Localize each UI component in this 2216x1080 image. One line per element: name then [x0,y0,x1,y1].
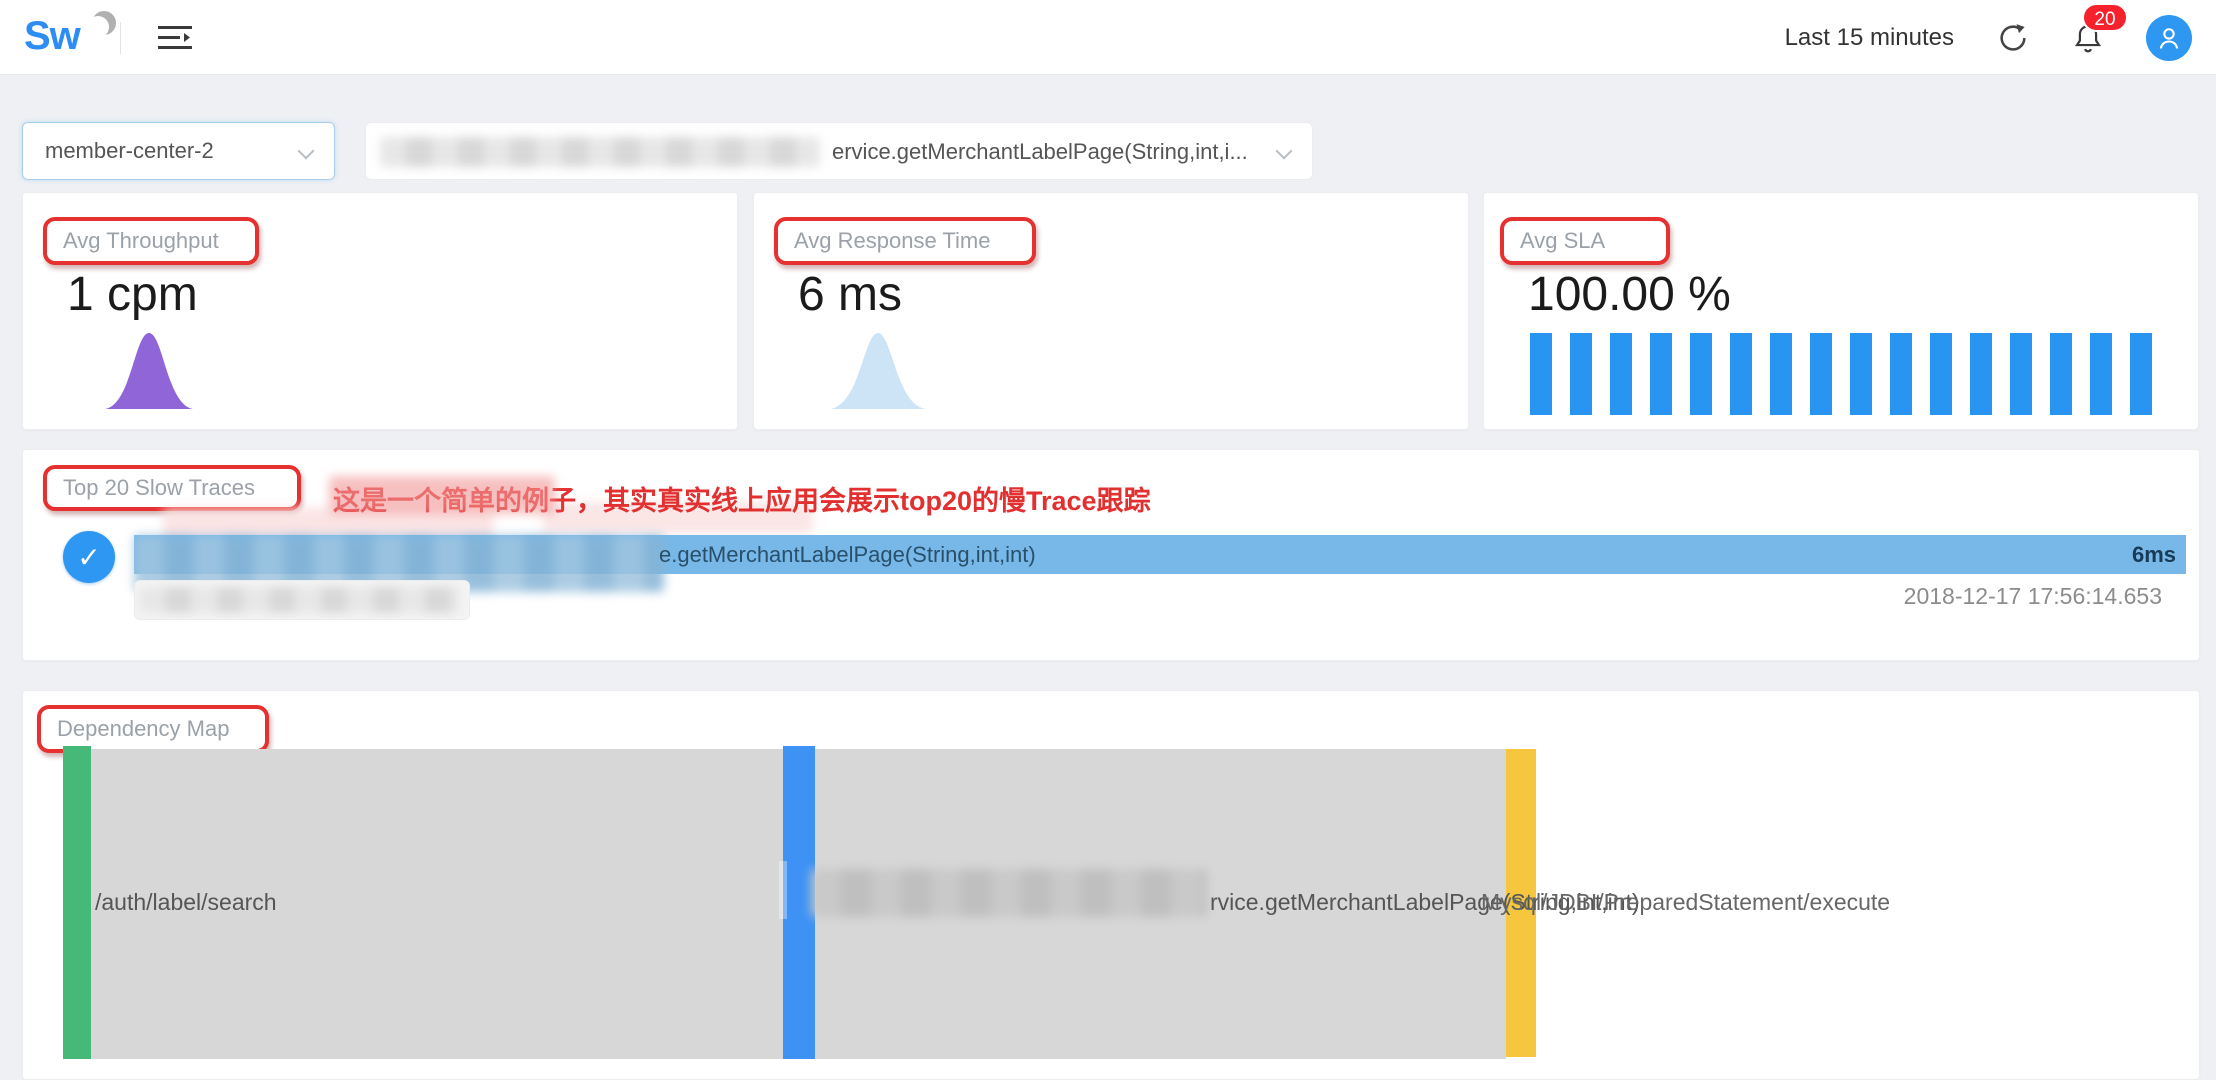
skywalking-logo[interactable]: Sw [24,12,134,64]
trace-operation: e.getMerchantLabelPage(String,int,int) [659,542,1036,568]
sla-bar [2050,333,2072,415]
header-divider [120,22,121,54]
response-time-area-chart [828,329,928,416]
sla-bar [1530,333,1552,415]
redacted-endpoint-prefix [380,137,820,167]
chevron-down-icon [1276,143,1293,160]
refresh-icon[interactable] [1996,21,2030,55]
throughput-annotation-box: Avg Throughput [43,217,259,265]
trace-duration: 6ms [2132,542,2176,568]
section-title: Dependency Map [57,716,229,742]
avg-sla-card: Avg SLA 100.00 % [1483,192,2199,430]
span-label-auth: /auth/label/search [95,889,277,916]
dependency-map-card: Dependency Map /auth/label/search rvice.… [22,690,2200,1080]
card-label: Avg Throughput [63,228,219,254]
slow-traces-annotation-box: Top 20 Slow Traces [43,465,301,511]
sla-bar [1570,333,1592,415]
endpoint-selector[interactable]: ervice.getMerchantLabelPage(String,int,i… [365,122,1313,180]
sla-annotation-box: Avg SLA [1500,217,1670,265]
throughput-area-chart [103,329,195,416]
trace-selected-check-icon[interactable]: ✓ [63,531,115,583]
sla-bar [1770,333,1792,415]
time-range-selector[interactable]: Last 15 minutes [1785,24,1954,52]
redacted-region [329,476,555,514]
user-avatar[interactable] [2146,15,2192,61]
sla-bar [2090,333,2112,415]
dependency-span-notch [779,861,787,919]
trace-id[interactable] [134,580,470,620]
apm-dashboard: Sw Last 15 minutes [0,0,2216,1080]
sla-bar-chart [1530,333,2152,415]
response-time-value: 6 ms [798,267,902,322]
dependency-span-entry[interactable] [63,746,91,1059]
card-label: Avg SLA [1520,228,1605,254]
card-label: Avg Response Time [794,228,990,254]
sla-bar [1850,333,1872,415]
trace-timestamp: 2018-12-17 17:56:14.653 [1904,583,2162,610]
logo-text: Sw [24,14,80,59]
sla-bar [1650,333,1672,415]
service-selector[interactable]: member-center-2 [22,122,335,180]
notifications-bell-icon[interactable]: 20 [2072,21,2104,55]
sla-bar [1970,333,1992,415]
header-actions: Last 15 minutes 20 [1785,0,2192,75]
logo-crescent-icon [86,10,120,45]
sla-value: 100.00 % [1528,267,1731,322]
sla-bar [1690,333,1712,415]
top-bar: Sw Last 15 minutes [0,0,2216,75]
menu-unfold-icon[interactable] [158,24,194,57]
redacted-trace-id [139,587,459,613]
span-label-mysql: Mysql/JDBI/PreparedStatement/execute [1481,889,1890,916]
avg-response-time-card: Avg Response Time 6 ms [753,192,1469,430]
slow-traces-card: Top 20 Slow Traces 这是一个简单的例子，其实真实线上应用会展示… [22,449,2200,661]
throughput-value: 1 cpm [67,267,198,322]
sla-bar [1810,333,1832,415]
endpoint-selector-value: ervice.getMerchantLabelPage(String,int,i… [832,139,1248,165]
response-time-annotation-box: Avg Response Time [774,217,1036,265]
trace-row-bar[interactable]: e.getMerchantLabelPage(String,int,int) 6… [134,535,2186,574]
sla-bar [2130,333,2152,415]
notification-count-badge: 20 [2082,3,2128,32]
sla-bar [2010,333,2032,415]
redacted-span-label [811,869,1207,917]
sla-bar [1890,333,1912,415]
sla-bar [1730,333,1752,415]
section-title: Top 20 Slow Traces [63,475,255,501]
service-selector-value: member-center-2 [45,138,214,164]
sla-bar [1610,333,1632,415]
chevron-down-icon [298,143,315,160]
avg-throughput-card: Avg Throughput 1 cpm [22,192,738,430]
sla-bar [1930,333,1952,415]
